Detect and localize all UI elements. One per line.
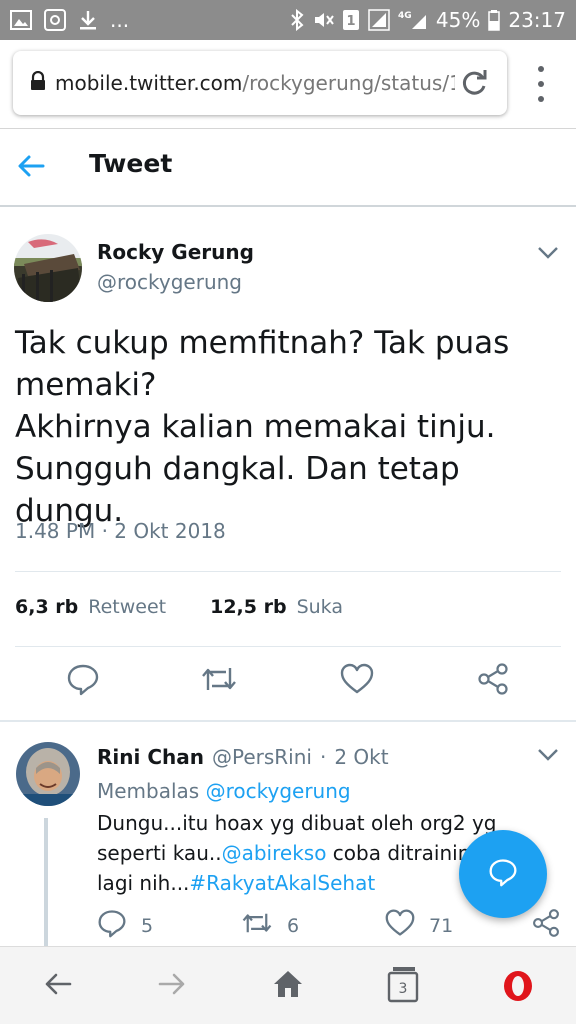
replying-to-link[interactable]: @rockygerung [206,779,351,803]
sim-icon: 1 [342,9,360,31]
retweet-label: Retweet [88,596,167,618]
thread-line [44,818,48,946]
retweet-stat[interactable]: 6,3 rb Retweet [15,596,166,618]
like-stat[interactable]: 12,5 rb Suka [210,596,343,618]
hashtag-link[interactable]: #RakyatAkalSehat [189,871,375,895]
chevron-down-icon[interactable] [536,244,560,264]
mention-link[interactable]: @abirekso [222,841,327,865]
reply-date[interactable]: 2 Okt [334,745,388,769]
speech-bubble-icon[interactable] [66,662,100,700]
status-left-icons: ... [10,8,129,32]
forward-nav-icon[interactable] [157,967,187,1005]
more-notifications: ... [110,8,130,32]
network-label: 4G [398,11,412,21]
compose-button[interactable] [459,830,547,918]
reply-author-handle[interactable]: @PersRini [212,745,312,769]
reply-reply-button[interactable]: 5 [97,908,153,943]
reply-text: Dungu...itu hoax yg dibuat oleh org2 yg … [97,808,517,898]
tweet-text: Tak cukup memfitnah? Tak puas memaki? Ak… [15,325,510,529]
browser-toolbar: mobile.twitter.com/rockygerung/status/1 [0,40,576,128]
tweet-timestamp[interactable]: 1.48 PM · 2 Okt 2018 [15,519,226,543]
tab-count: 3 [399,981,408,997]
tweet-author-handle[interactable]: @rockygerung [97,270,242,294]
retweet-count: 6,3 rb [15,596,79,618]
share-icon[interactable] [531,908,561,938]
replying-prefix: Membalas [97,779,200,803]
back-nav-icon[interactable] [43,967,73,1005]
reply-author-name[interactable]: Rini Chan [97,745,204,769]
reply-dot: · [319,745,327,769]
reply-reply-count: 5 [141,914,154,937]
network-4g-icon: 4G [398,9,428,31]
divider [15,646,561,647]
download-icon [78,9,98,31]
signal-icon [368,9,390,31]
avatar[interactable] [16,742,80,806]
chevron-down-icon[interactable] [536,746,560,766]
status-bar: ... 1 4G 45% 23:17 [0,0,576,40]
browser-bottom-nav: 3 [0,946,576,1024]
like-label: Suka [296,596,343,618]
reply-header: Rini Chan @PersRini · 2 Okt [97,745,389,769]
image-notification-icon [10,10,32,30]
reply-like-count: 71 [429,914,454,937]
tweet-stats: 6,3 rb Retweet 12,5 rb Suka [15,596,343,618]
battery-percent: 45% [435,8,481,32]
tweet-page-header: Tweet [0,129,576,207]
opera-menu-icon[interactable] [501,969,535,1007]
url-path: /rockygerung/status/1 [242,71,455,95]
home-icon[interactable] [271,967,305,1005]
reply-like-button[interactable]: 71 [385,908,453,943]
retweet-icon [241,908,273,943]
arrow-left-icon[interactable] [16,151,46,185]
retweet-icon[interactable] [200,662,238,700]
heart-icon[interactable] [340,662,374,700]
mute-icon [312,10,334,30]
tweet-author-name[interactable]: Rocky Gerung [97,240,254,264]
page-title: Tweet [89,149,173,178]
bluetooth-icon [290,9,304,31]
heart-icon [385,908,415,943]
like-count: 12,5 rb [210,596,287,618]
compose-bubble-icon [488,857,518,891]
reply-retweet-button[interactable]: 6 [241,908,299,943]
url-host: mobile.twitter.com [55,71,243,95]
media-notification-icon [44,9,66,31]
status-right-icons: 1 4G 45% 23:17 [290,8,566,32]
clock: 23:17 [508,8,566,32]
section-divider [0,720,576,722]
speech-bubble-icon [97,908,127,943]
avatar[interactable] [14,234,82,302]
replying-to: Membalas @rockygerung [97,779,351,803]
sim-label: 1 [346,14,355,29]
tweet-action-bar [0,662,576,706]
tabs-icon[interactable]: 3 [386,965,420,1009]
address-bar[interactable]: mobile.twitter.com/rockygerung/status/1 [13,51,507,115]
reply-retweet-count: 6 [287,914,300,937]
url-text[interactable]: mobile.twitter.com/rockygerung/status/1 [55,71,455,95]
share-icon[interactable] [476,662,510,700]
reload-icon[interactable] [461,69,489,101]
battery-icon [488,9,501,31]
browser-menu-icon[interactable] [531,66,551,102]
lock-icon [29,70,55,95]
divider [15,571,561,572]
